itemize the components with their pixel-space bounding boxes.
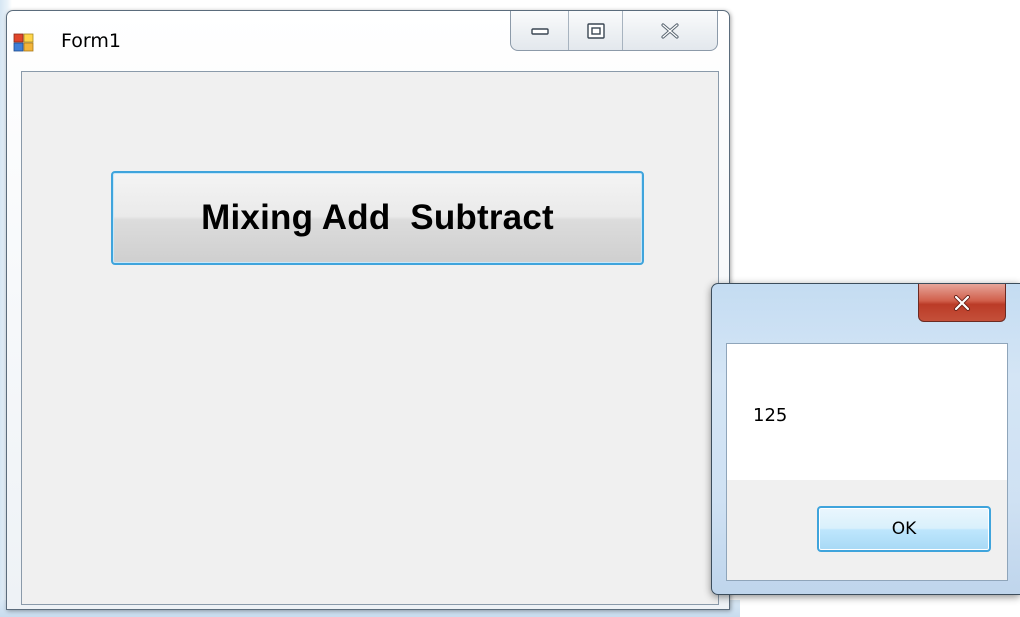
maximize-button[interactable] — [569, 11, 623, 50]
windows-form-icon — [13, 33, 35, 53]
minimize-button[interactable] — [511, 11, 569, 50]
caption-buttons — [510, 11, 718, 51]
desktop: Form1 Mixing Add Subtract 125 OK — [0, 0, 1020, 617]
message-close-button[interactable] — [918, 284, 1006, 322]
message-client-area: 125 OK — [726, 343, 1008, 581]
mixing-add-subtract-button[interactable]: Mixing Add Subtract — [111, 171, 644, 265]
close-button[interactable] — [623, 11, 717, 50]
mixing-button-label: Mixing Add Subtract — [201, 198, 554, 237]
title-bar[interactable]: Form1 — [7, 11, 729, 71]
message-button-bar: OK — [727, 480, 1007, 580]
form1-window: Form1 Mixing Add Subtract — [6, 10, 730, 610]
window-title: Form1 — [61, 30, 121, 52]
message-box: 125 OK — [711, 283, 1020, 595]
ok-button[interactable]: OK — [817, 506, 991, 552]
message-text: 125 — [753, 405, 788, 426]
form-client-area: Mixing Add Subtract — [21, 71, 719, 605]
